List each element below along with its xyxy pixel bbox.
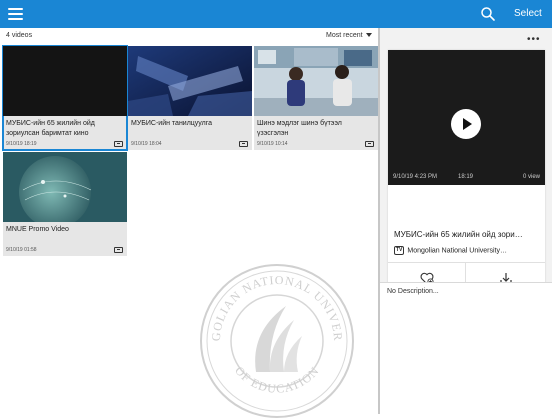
video-date: 9/10/19 18:04 [131, 141, 162, 147]
tv-icon: TV [394, 246, 405, 255]
top-bar: Select [0, 0, 552, 28]
video-title: MNUE Promo Video [6, 226, 69, 233]
caret-down-icon [365, 33, 372, 38]
hamburger-menu-icon[interactable] [8, 7, 24, 21]
select-button[interactable]: Select [514, 8, 542, 19]
video-detail-card: 9/10/19 4:23 PM 18:19 0 view МУБИС-ийн 6… [388, 50, 545, 295]
more-options-icon[interactable]: ••• [527, 35, 541, 45]
video-card[interactable]: МУБИС-ийн 65 жилийн ойд зориулсан баримт… [2, 45, 128, 151]
tv-icon [365, 141, 374, 147]
video-thumbnail [3, 46, 127, 116]
video-title: МУБИС-ийн танилцуулга [131, 120, 213, 127]
detail-pane: ••• 9/10/19 4:23 PM 18:19 0 view МУБИС-и… [380, 28, 552, 414]
player-duration: 18:19 [458, 174, 474, 180]
description-panel: No Description... [380, 282, 552, 414]
video-player[interactable]: 9/10/19 4:23 PM 18:19 0 view [388, 50, 545, 185]
video-date: 9/10/19 10:14 [257, 141, 288, 147]
sort-label: Most recent [326, 32, 363, 39]
channel-name: Mongolian National University… [407, 247, 507, 255]
play-icon[interactable] [451, 109, 481, 139]
detail-channel[interactable]: TV Mongolian National University… [394, 246, 507, 255]
video-count: 4 videos [6, 32, 33, 39]
detail-title: МУБИС-ийн 65 жилийн ойд зори… [394, 230, 523, 239]
video-card[interactable]: Шинэ мэдлэг шинэ бүтээл үзэсгэлэн 9/10/1… [254, 46, 378, 150]
video-date: 9/10/19 18:19 [6, 141, 37, 147]
player-views: 0 view [522, 174, 540, 180]
video-title: МУБИС-ийн 65 жилийн ойд зориулсан баримт… [6, 120, 95, 137]
tv-icon [239, 141, 248, 147]
video-card[interactable]: MNUE Promo Video 9/10/19 01:58 [3, 152, 127, 256]
video-card[interactable]: МУБИС-ийн танилцуулга 9/10/19 18:04 [128, 46, 252, 150]
video-title: Шинэ мэдлэг шинэ бүтээл үзэсгэлэн [257, 120, 342, 137]
video-date: 9/10/19 01:58 [6, 247, 37, 253]
university-seal-watermark: MONGOLIAN NATIONAL UNIVERSITY OF EDUCATI… [198, 262, 354, 418]
sort-dropdown[interactable]: Most recent [326, 32, 372, 39]
video-thumbnail [3, 152, 127, 222]
video-thumbnail [128, 46, 252, 116]
search-icon[interactable] [480, 6, 496, 22]
player-date: 9/10/19 4:23 PM [393, 174, 438, 180]
tv-icon [114, 141, 123, 147]
video-thumbnail [254, 46, 378, 116]
description-text: No Description... [387, 288, 439, 295]
tv-icon [114, 247, 123, 253]
